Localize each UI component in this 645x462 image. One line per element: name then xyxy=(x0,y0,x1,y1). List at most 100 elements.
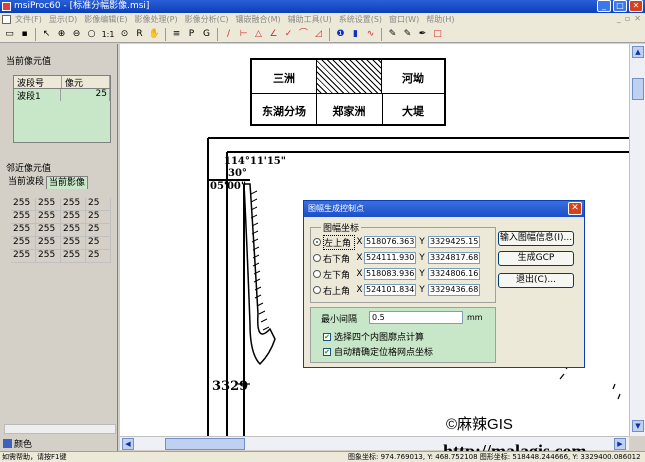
grid-row: 255 255 255 25 xyxy=(11,211,111,224)
scroll-left-icon[interactable]: ◀ xyxy=(122,438,134,450)
check-tool-icon[interactable]: ✓ xyxy=(282,28,295,41)
grid-row: 255 255 255 25 xyxy=(11,198,111,211)
corner-radio[interactable] xyxy=(313,286,321,294)
color-tab[interactable]: 颜色 xyxy=(3,437,32,450)
option-auto-locate[interactable]: ✔ 自动精确定位格网点坐标 xyxy=(323,345,433,358)
corner-radio[interactable] xyxy=(313,270,321,278)
x-coordinate-field[interactable]: 518083.936 xyxy=(364,268,416,280)
angle-tool-icon[interactable]: ∠ xyxy=(267,28,280,41)
menu-tools[interactable]: 辅助工具(U) xyxy=(288,14,332,25)
info-icon[interactable]: ❶ xyxy=(334,28,347,41)
y-coordinate-field[interactable]: 3329425.15 xyxy=(428,236,480,248)
option-four-corners[interactable]: ✔ 选择四个内图廓点计算 xyxy=(323,330,424,343)
tab-current-band[interactable]: 当前波段 xyxy=(6,176,46,189)
curve-icon[interactable]: ∿ xyxy=(364,28,377,41)
minimize-button[interactable]: _ xyxy=(597,0,611,12)
pen-icon[interactable]: ✎ xyxy=(386,28,399,41)
refresh-icon[interactable]: R xyxy=(133,28,146,41)
zoom-region-icon[interactable]: ⊙ xyxy=(118,28,131,41)
exit-button[interactable]: 退出(C)... xyxy=(498,273,574,288)
interval-unit: mm xyxy=(467,313,483,322)
input-sheet-info-button[interactable]: 输入图幅信息(I)... xyxy=(498,231,574,246)
corner-row-bottom-right[interactable]: 右下角 X 524111.930 Y 3324817.68 xyxy=(313,251,480,265)
status-coordinates: 图象坐标: 974.769013, Y: 468.752108 图形坐标: 51… xyxy=(348,453,641,461)
menu-file[interactable]: 文件(F) xyxy=(15,14,42,25)
corner-row-top-left[interactable]: 左上角 X 518076.363 Y 3329425.15 xyxy=(313,234,480,250)
tab-current-image[interactable]: 当前影像 xyxy=(46,176,89,189)
zoom-out-icon[interactable]: ⊖ xyxy=(70,28,83,41)
histogram-icon[interactable]: ▮ xyxy=(349,28,362,41)
scroll-thumb[interactable] xyxy=(632,78,644,100)
table-row[interactable]: 波段1 25 xyxy=(14,89,110,101)
y-axis-label: Y xyxy=(419,237,425,247)
grid-icon[interactable]: G xyxy=(200,28,213,41)
menu-display[interactable]: 显示(D) xyxy=(49,14,77,25)
corner-row-top-right[interactable]: 右上角 X 524101.834 Y 3329436.68 xyxy=(313,283,480,297)
x-coordinate-field[interactable]: 524111.930 xyxy=(364,252,416,264)
scroll-right-icon[interactable]: ▶ xyxy=(614,438,626,450)
close-button[interactable]: ✕ xyxy=(629,0,643,12)
corner-tool-icon[interactable]: △ xyxy=(252,28,265,41)
rectangle-tool-icon[interactable]: □ xyxy=(431,28,444,41)
scroll-thumb[interactable] xyxy=(165,438,245,450)
mdi-restore-icon[interactable]: ▫ xyxy=(625,14,630,23)
corner-row-bottom-left[interactable]: 左下角 X 518083.936 Y 3324806.16 xyxy=(313,267,480,281)
checkbox-checked-icon[interactable]: ✔ xyxy=(323,347,331,356)
watermark-copyright: ©麻辣GIS xyxy=(446,416,513,433)
y-coordinate-field[interactable]: 3324817.68 xyxy=(428,252,480,264)
line-tool-icon[interactable]: ∕ xyxy=(222,28,235,41)
save-icon[interactable]: ▪ xyxy=(18,28,31,41)
x-coordinate-field[interactable]: 524101.834 xyxy=(364,284,416,296)
sheet-index-grid: 三洲 河坳 东湖分场 郑家洲 大堤 xyxy=(250,58,446,126)
options-group: 最小间隔 0.5 mm ✔ 选择四个内图廓点计算 ✔ 自动精确定位格网点坐标 xyxy=(310,307,496,363)
column-header[interactable]: 波段号 xyxy=(14,76,62,88)
maximize-button[interactable]: □ xyxy=(613,0,627,12)
grid-cell: 255 xyxy=(36,224,61,236)
zoom-1to1-button[interactable]: 1:1 xyxy=(100,28,116,41)
dialog-close-button[interactable]: ✕ xyxy=(568,202,582,215)
y-coordinate-field[interactable]: 3324806.16 xyxy=(428,268,480,280)
left-panel-scrollbar[interactable] xyxy=(4,424,116,434)
menu-image-process[interactable]: 影像处理(P) xyxy=(135,14,178,25)
zoom-icon[interactable]: ○ xyxy=(85,28,98,41)
grid-cell: 255 xyxy=(61,237,86,249)
grid-cell: 25 xyxy=(86,198,111,210)
scroll-up-icon[interactable]: ▲ xyxy=(632,46,644,58)
triangle-tool-icon[interactable]: ◿ xyxy=(312,28,325,41)
menu-mosaic[interactable]: 镶嵌融合(M) xyxy=(235,14,280,25)
menu-image-edit[interactable]: 影像编辑(E) xyxy=(84,14,127,25)
mdi-close-icon[interactable]: ✕ xyxy=(634,14,641,23)
app-icon xyxy=(2,2,11,11)
polyline-tool-icon[interactable]: ⌒ xyxy=(297,28,310,41)
y-coordinate-field[interactable]: 3329436.68 xyxy=(428,284,480,296)
pen-edit-icon[interactable]: ✒ xyxy=(416,28,429,41)
corner-radio[interactable] xyxy=(313,254,321,262)
mdi-minimize-icon[interactable]: _ xyxy=(617,14,621,23)
current-pixel-table[interactable]: 波段号 像元 波段1 25 xyxy=(13,75,111,143)
pan-hand-icon[interactable]: ✋ xyxy=(148,28,161,41)
menu-settings[interactable]: 系统设置(S) xyxy=(339,14,382,25)
menu-image-analysis[interactable]: 影像分析(C) xyxy=(185,14,229,25)
min-interval-field[interactable]: 0.5 xyxy=(369,311,463,324)
pen-alt-icon[interactable]: ✎ xyxy=(401,28,414,41)
neighbor-pixel-label: 邻近像元值 xyxy=(6,164,52,174)
toolbar-separator xyxy=(165,27,166,41)
zoom-in-icon[interactable]: ⊕ xyxy=(55,28,68,41)
grid-cell: 255 xyxy=(11,198,36,210)
generate-gcp-button[interactable]: 生成GCP xyxy=(498,251,574,266)
pick-info-icon[interactable]: P xyxy=(185,28,198,41)
longitude-label: 114°11'15" xyxy=(224,156,286,167)
scroll-down-icon[interactable]: ▼ xyxy=(632,420,644,432)
pointer-icon[interactable]: ↖ xyxy=(40,28,53,41)
layer-icon[interactable]: ≡ xyxy=(170,28,183,41)
checkbox-checked-icon[interactable]: ✔ xyxy=(323,332,331,341)
open-folder-icon[interactable]: ▭ xyxy=(3,28,16,41)
corner-radio[interactable] xyxy=(313,238,321,246)
menu-help[interactable]: 帮助(H) xyxy=(426,14,454,25)
menu-window[interactable]: 窗口(W) xyxy=(389,14,419,25)
grid-cell: 255 xyxy=(61,250,86,262)
hline-tool-icon[interactable]: ⊢ xyxy=(237,28,250,41)
image-vertical-scrollbar[interactable]: ▲ ▼ xyxy=(629,44,645,436)
column-header[interactable]: 像元 xyxy=(62,76,110,88)
x-coordinate-field[interactable]: 518076.363 xyxy=(364,236,416,248)
